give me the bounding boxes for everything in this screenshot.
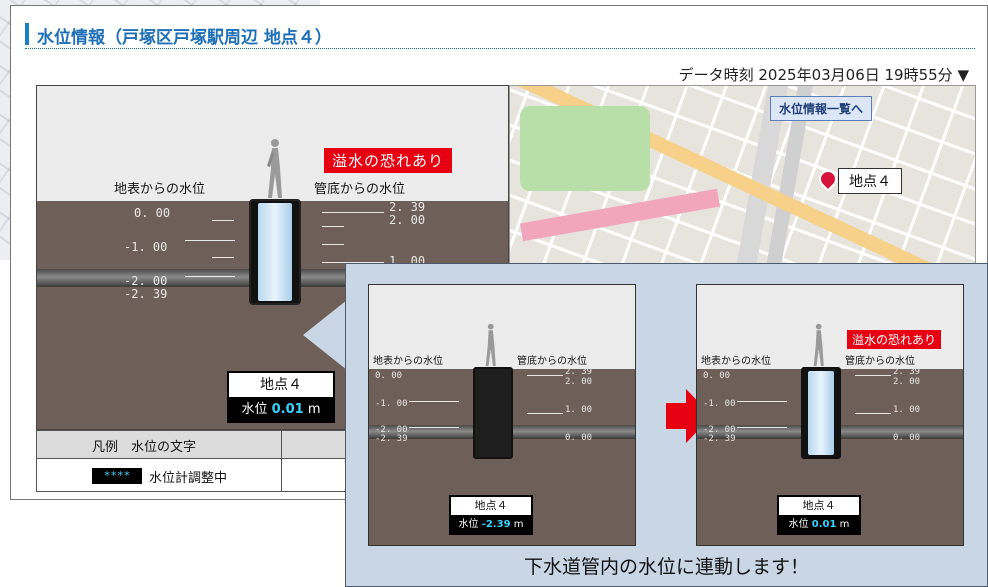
surface-tick-mark [185, 240, 235, 241]
water-level-label: 水位 [788, 519, 809, 530]
comparison-overlay: 地表からの水位 管底からの水位 0. 00 -1. 00 -2. 00 -2. … [345, 263, 988, 587]
pipe-tick: 0. 00 [893, 433, 921, 443]
station-name: 地点４ [451, 497, 531, 515]
water-level-unit: m [839, 519, 850, 530]
manhole-water-fill [808, 371, 834, 455]
surface-tick-mark [737, 401, 787, 402]
water-level-readout: 水位 0.01 m [229, 398, 333, 422]
map-road-highlight [519, 188, 721, 242]
water-level-label: 水位 [241, 402, 268, 417]
map-pin-label[interactable]: 地点４ [838, 168, 902, 194]
gauge-after: 溢水の恐れあり 地表からの水位 管底からの水位 0. 00 -1. 00 -2.… [696, 284, 964, 546]
person-icon [267, 139, 282, 198]
pipe-tick-mark [322, 226, 344, 227]
pipe-tick: 2. 00 [389, 213, 426, 227]
pipe-level-heading: 管底からの水位 [517, 356, 587, 367]
station-name: 地点４ [229, 373, 333, 397]
surface-level-heading: 地表からの水位 [114, 182, 206, 197]
water-level-value: 0.01 [811, 519, 837, 530]
station-info-box: 地点４ 水位 0.01 m [227, 371, 335, 423]
surface-tick-mark [737, 427, 787, 428]
surface-tick: -2. 39 [703, 434, 736, 444]
legend-swatch: **** [92, 468, 142, 484]
surface-tick: -2. 00 [124, 274, 168, 288]
header-divider [25, 48, 975, 49]
pipe-level-heading: 管底からの水位 [314, 182, 406, 197]
surface-tick: -2. 39 [124, 287, 168, 301]
person-icon [485, 323, 496, 367]
manhole-gauge-empty [473, 367, 513, 459]
legend-header: 凡例 水位の文字 [92, 440, 197, 455]
manhole-water-fill [258, 203, 292, 301]
manhole-gauge-full [801, 367, 841, 459]
pipe-tick-mark [322, 244, 344, 245]
legend-divider [281, 431, 282, 491]
surface-tick-mark [409, 401, 459, 402]
water-level-unit: m [513, 519, 524, 530]
surface-tick: -1. 00 [124, 240, 168, 254]
data-time-selector[interactable]: データ時刻 2025年03月06日 19時55分 ▼ [679, 64, 969, 85]
surface-tick-mark [409, 427, 459, 428]
location-map[interactable]: 水位情報一覧へ 地点４ [509, 85, 976, 265]
pipe-tick-mark [855, 413, 891, 414]
pipe-tick-mark [527, 413, 563, 414]
overflow-alert-badge: 溢水の恐れあり [324, 148, 453, 173]
pipe-tick-mark [527, 375, 563, 376]
pipe-level-heading: 管底からの水位 [845, 356, 915, 367]
water-level-label: 水位 [458, 519, 479, 530]
surface-tick-mark [212, 257, 234, 258]
person-icon [813, 323, 824, 367]
legend-table: 凡例 水位の文字 **** 水位計調整中 [36, 430, 366, 492]
water-level-list-button[interactable]: 水位情報一覧へ [770, 96, 873, 121]
pipe-tick: 2. 39 [893, 367, 921, 377]
pipe-tick: 2. 00 [893, 377, 921, 387]
water-level-value: -2.39 [481, 519, 511, 530]
callout-pointer [303, 300, 347, 370]
arrow-shaft [666, 403, 688, 429]
pipe-tick: 0. 00 [565, 433, 593, 443]
surface-tick-mark [185, 276, 235, 277]
overflow-alert-badge: 溢水の恐れあり [847, 330, 942, 349]
water-level-readout: 水位 -2.39 m [451, 516, 531, 534]
legend-swatch-label: 水位計調整中 [149, 471, 228, 486]
map-park-area [520, 106, 650, 191]
manhole-gauge [249, 199, 301, 305]
pipe-tick: 1. 00 [893, 405, 921, 415]
header-accent-bar [25, 23, 29, 45]
surface-tick: -2. 39 [375, 434, 408, 444]
pipe-tick: 2. 39 [389, 200, 426, 214]
water-level-readout: 水位 0.01 m [779, 516, 859, 534]
pipe-tick-mark [855, 375, 891, 376]
comparison-caption: 下水道管内の水位に連動します！ [523, 556, 809, 578]
surface-tick: 0. 00 [134, 206, 171, 220]
map-pin-icon[interactable] [815, 166, 841, 192]
station-info-box: 地点４ 水位 -2.39 m [449, 495, 533, 535]
pipe-tick: 1. 00 [565, 405, 593, 415]
water-level-value: 0.01 [271, 402, 304, 417]
surface-level-heading: 地表からの水位 [373, 356, 443, 367]
legend-header-row: 凡例 水位の文字 [37, 431, 365, 459]
gauge-before: 地表からの水位 管底からの水位 0. 00 -1. 00 -2. 00 -2. … [368, 284, 636, 546]
station-name: 地点４ [779, 497, 859, 515]
surface-tick: 0. 00 [375, 371, 403, 381]
surface-tick-mark [212, 220, 234, 221]
page-title: 水位情報（戸塚区戸塚駅周辺 地点４） [37, 28, 332, 48]
pipe-tick: 2. 00 [565, 377, 593, 387]
station-info-box: 地点４ 水位 0.01 m [777, 495, 861, 535]
pipe-tick-mark [322, 212, 384, 213]
water-level-unit: m [307, 402, 321, 417]
surface-tick: -1. 00 [703, 399, 736, 409]
surface-tick: 0. 00 [703, 371, 731, 381]
surface-tick: -1. 00 [375, 399, 408, 409]
surface-level-heading: 地表からの水位 [701, 356, 771, 367]
pipe-tick: 2. 39 [565, 367, 593, 377]
